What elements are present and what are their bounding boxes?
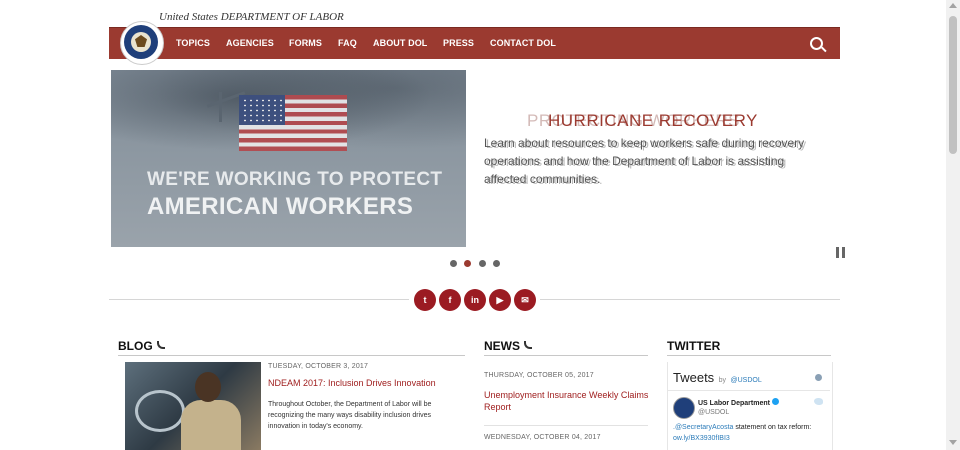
carousel-pause-button[interactable] (836, 247, 846, 258)
tweet-account-handle[interactable]: @USDOL (698, 409, 729, 416)
slide-title[interactable]: HURRICANE RECOVERY (548, 111, 758, 131)
nav-agencies[interactable]: AGENCIES (226, 38, 274, 48)
main-navigation: TOPICS AGENCIES FORMS FAQ ABOUT DOL PRES… (109, 27, 840, 59)
tweet-text: .@SecretaryAcosta statement on tax refor… (673, 424, 812, 431)
blog-post-date: TUESDAY, OCTOBER 3, 2017 (268, 363, 369, 370)
blog-divider (118, 355, 465, 356)
news-item-title[interactable]: Unemployment Insurance Weekly Claims Rep… (484, 389, 652, 413)
hero-image-text-line1: WE'RE WORKING TO PROTECT (147, 169, 443, 190)
nav-about-dol[interactable]: ABOUT DOL (373, 38, 427, 48)
divider-left (109, 299, 409, 300)
scroll-down-arrow[interactable] (949, 440, 957, 445)
tweet-account-name[interactable]: US Labor Department (698, 398, 779, 407)
twitter-icon[interactable]: t (414, 289, 436, 311)
verified-icon (771, 398, 779, 405)
twitter-heading: TWITTER (667, 339, 721, 353)
nav-press[interactable]: PRESS (443, 38, 474, 48)
vertical-scrollbar[interactable] (946, 0, 960, 450)
blog-post-image[interactable] (125, 362, 261, 450)
carousel-dot-3[interactable] (479, 260, 486, 267)
agency-name-text: United States DEPARTMENT OF LABOR (159, 11, 344, 23)
facebook-icon[interactable]: f (439, 289, 461, 311)
twitter-divider (667, 355, 831, 356)
youtube-icon[interactable]: ▶ (489, 289, 511, 311)
hero-image[interactable]: WE'RE WORKING TO PROTECT AMERICAN WORKER… (111, 70, 466, 247)
blog-post-title[interactable]: NDEAM 2017: Inclusion Drives Innovation (268, 378, 436, 388)
carousel-dot-1[interactable] (450, 260, 457, 267)
twitter-bird-icon[interactable] (814, 398, 823, 405)
slide-description: Learn about resources to keep workers sa… (484, 136, 805, 186)
search-icon[interactable] (810, 37, 823, 50)
news-item-date: WEDNESDAY, OCTOBER 04, 2017 (484, 434, 601, 441)
scroll-up-arrow[interactable] (949, 3, 957, 8)
email-icon[interactable]: ✉ (514, 289, 536, 311)
dol-seal-logo[interactable] (120, 21, 164, 65)
rss-icon[interactable] (524, 341, 532, 349)
news-divider (484, 355, 648, 356)
info-icon[interactable] (815, 374, 822, 381)
carousel-dot-4[interactable] (493, 260, 500, 267)
avatar[interactable] (673, 397, 695, 419)
nav-forms[interactable]: FORMS (289, 38, 322, 48)
linkedin-icon[interactable]: in (464, 289, 486, 311)
nav-topics[interactable]: TOPICS (176, 38, 210, 48)
flag-image (239, 95, 347, 151)
blog-heading[interactable]: BLOG (118, 339, 165, 353)
carousel-dot-2[interactable] (464, 260, 471, 267)
twitter-handle-link[interactable]: @USDOL (731, 377, 762, 384)
nav-faq[interactable]: FAQ (338, 38, 357, 48)
tweet-mention-link[interactable]: .@SecretaryAcosta (673, 424, 733, 431)
news-item-divider (484, 425, 648, 426)
scrollbar-thumb[interactable] (949, 16, 957, 154)
rss-icon[interactable] (156, 341, 165, 349)
news-item-date: THURSDAY, OCTOBER 05, 2017 (484, 372, 594, 379)
tweet-link[interactable]: ow.ly/BX3930fIBI3 (673, 435, 730, 442)
divider-right (540, 299, 840, 300)
tweet-divider (668, 390, 830, 391)
nav-contact-dol[interactable]: CONTACT DOL (490, 38, 556, 48)
hero-image-text-line2: AMERICAN WORKERS (147, 193, 414, 220)
blog-post-excerpt: Throughout October, the Department of La… (268, 401, 432, 430)
news-heading[interactable]: NEWS (484, 339, 532, 353)
tweets-widget-title: Tweets by @USDOL (673, 370, 762, 385)
